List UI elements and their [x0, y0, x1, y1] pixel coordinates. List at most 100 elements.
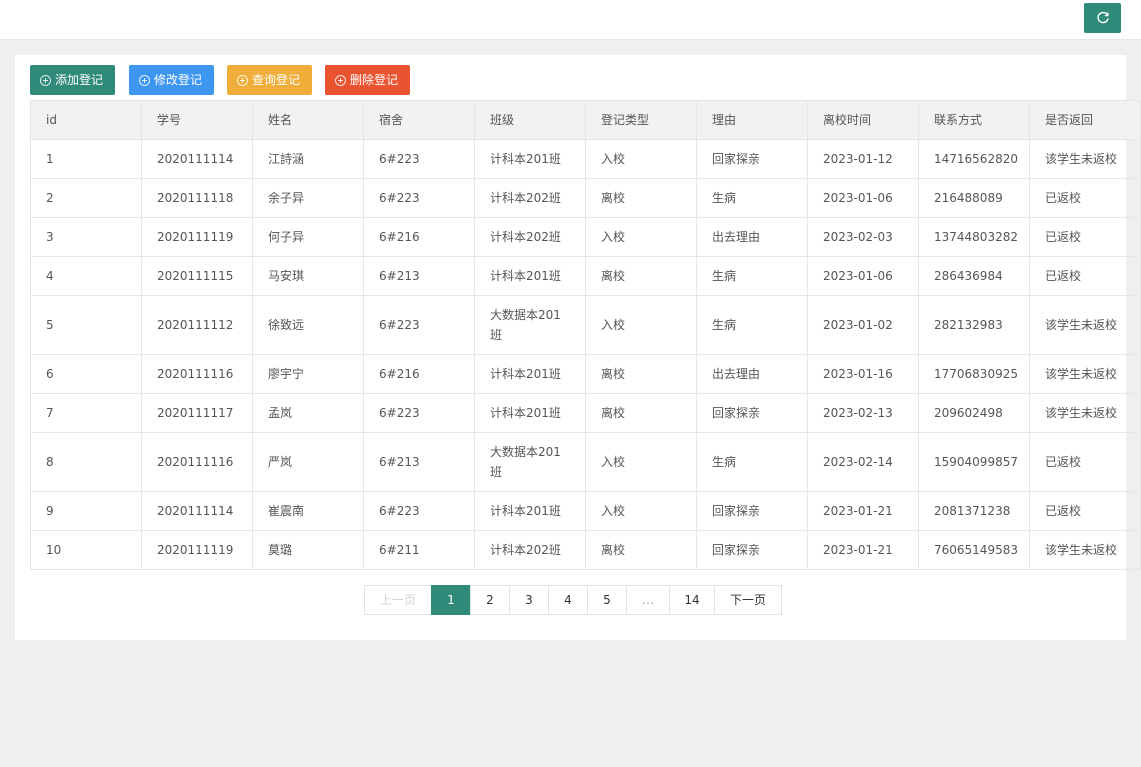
column-header[interactable]: 宿舍 — [363, 100, 475, 140]
table-body: 1 2020111114 江詩涵 6#223 计科本201班 入校 回家探亲 2023-01-… — [30, 139, 1141, 570]
table-cell: 已返校 — [1029, 178, 1141, 218]
table-cell: 离校 — [585, 354, 697, 394]
page-button[interactable]: 14 — [669, 585, 715, 615]
table-cell: 莫璐 — [252, 530, 364, 570]
table-cell: 孟岚 — [252, 393, 364, 433]
table-row[interactable]: 3 2020111119 何子异 6#216 计科本202班 入校 出去理由 2023-02-… — [30, 217, 1141, 257]
column-header[interactable]: 学号 — [141, 100, 253, 140]
table-cell: 已返校 — [1029, 491, 1141, 531]
table-cell: 生病 — [696, 432, 808, 492]
table-cell: 2020111119 — [141, 217, 253, 257]
add-registration-button[interactable]: 添加登记 — [30, 65, 115, 95]
table-cell: 76065149583 — [918, 530, 1030, 570]
table-cell: 6#223 — [363, 393, 475, 433]
table-cell: 2023-01-02 — [807, 295, 919, 355]
table-cell: 2023-01-16 — [807, 354, 919, 394]
table-row[interactable]: 2 2020111118 余子异 6#223 计科本202班 离校 生病 2023-01-06… — [30, 178, 1141, 218]
table-row[interactable]: 8 2020111116 严岚 6#213 大数据本201班 入校 生病 2023-02-14… — [30, 432, 1141, 492]
table-cell: 6 — [30, 354, 142, 394]
table-cell: 2023-02-03 — [807, 217, 919, 257]
table-cell: 1 — [30, 139, 142, 179]
table-row[interactable]: 4 2020111115 马安琪 6#213 计科本201班 离校 生病 2023-01-06… — [30, 256, 1141, 296]
refresh-button[interactable] — [1084, 3, 1121, 33]
table-cell: 2 — [30, 178, 142, 218]
table-cell: 马安琪 — [252, 256, 364, 296]
table-cell: 2020111119 — [141, 530, 253, 570]
table-cell: 入校 — [585, 139, 697, 179]
table-cell: 计科本201班 — [474, 139, 586, 179]
table-cell: 3 — [30, 217, 142, 257]
table-row[interactable]: 10 2020111119 莫璐 6#211 计科本202班 离校 回家探亲 2023-01-… — [30, 530, 1141, 570]
edit-registration-button[interactable]: 修改登记 — [129, 65, 214, 95]
table-cell: 计科本201班 — [474, 354, 586, 394]
table-cell: 生病 — [696, 178, 808, 218]
table-cell: 回家探亲 — [696, 491, 808, 531]
page-button[interactable]: 3 — [509, 585, 549, 615]
table-cell: 6#223 — [363, 491, 475, 531]
main-panel: 添加登记 修改登记 查询登记 删除登记 id 学号 姓名 宿舍 班级 登记类型 理由 离校时间… — [15, 55, 1141, 640]
query-registration-button[interactable]: 查询登记 — [227, 65, 312, 95]
column-header[interactable]: id — [30, 100, 142, 140]
table-cell: 2023-01-06 — [807, 178, 919, 218]
table-cell: 6#216 — [363, 217, 475, 257]
table-cell: 该学生未返校 — [1029, 354, 1141, 394]
table-row[interactable]: 7 2020111117 孟岚 6#223 计科本201班 离校 回家探亲 2023-02-1… — [30, 393, 1141, 433]
table-cell: 该学生未返校 — [1029, 139, 1141, 179]
table-cell: 余子异 — [252, 178, 364, 218]
column-header[interactable]: 是否返回 — [1029, 100, 1141, 140]
table-cell: 计科本201班 — [474, 256, 586, 296]
table-cell: 4 — [30, 256, 142, 296]
column-header[interactable]: 班级 — [474, 100, 586, 140]
table-cell: 2020111117 — [141, 393, 253, 433]
table-row[interactable]: 1 2020111114 江詩涵 6#223 计科本201班 入校 回家探亲 2023-01-… — [30, 139, 1141, 179]
column-header[interactable]: 理由 — [696, 100, 808, 140]
table-row[interactable]: 9 2020111114 崔震南 6#223 计科本201班 入校 回家探亲 2023-01-… — [30, 491, 1141, 531]
table-row[interactable]: 5 2020111112 徐致远 6#223 大数据本201班 入校 生病 2023-01-0… — [30, 295, 1141, 355]
column-header[interactable]: 登记类型 — [585, 100, 697, 140]
table-cell: 计科本201班 — [474, 393, 586, 433]
table-cell: 2020111116 — [141, 354, 253, 394]
table-cell: 2020111114 — [141, 139, 253, 179]
table-cell: 6#223 — [363, 139, 475, 179]
column-header[interactable]: 联系方式 — [918, 100, 1030, 140]
table-cell: 离校 — [585, 178, 697, 218]
table-cell: 已返校 — [1029, 217, 1141, 257]
table-cell: 已返校 — [1029, 256, 1141, 296]
table-cell: 崔震南 — [252, 491, 364, 531]
page-button[interactable]: 5 — [587, 585, 627, 615]
table-cell: 6#223 — [363, 178, 475, 218]
table-cell: 计科本202班 — [474, 217, 586, 257]
table-cell: 2023-01-21 — [807, 491, 919, 531]
table-cell: 8 — [30, 432, 142, 492]
table-cell: 2020111114 — [141, 491, 253, 531]
table-cell: 徐致远 — [252, 295, 364, 355]
query-registration-label: 查询登记 — [252, 73, 301, 87]
top-bar — [0, 0, 1141, 40]
page-ellipsis: … — [626, 585, 670, 615]
delete-registration-button[interactable]: 删除登记 — [325, 65, 410, 95]
table-cell: 2023-02-14 — [807, 432, 919, 492]
table-header: id 学号 姓名 宿舍 班级 登记类型 理由 离校时间 联系方式 是否返回 — [30, 100, 1141, 140]
table-cell: 6#216 — [363, 354, 475, 394]
table-cell: 2020111118 — [141, 178, 253, 218]
page-button[interactable]: 1 — [431, 585, 471, 615]
prev-page-button[interactable]: 上一页 — [364, 585, 432, 615]
table-cell: 已返校 — [1029, 432, 1141, 492]
table-cell: 该学生未返校 — [1029, 530, 1141, 570]
page-button[interactable]: 2 — [470, 585, 510, 615]
table-row[interactable]: 6 2020111116 廖宇宁 6#216 计科本201班 离校 出去理由 2023-01-… — [30, 354, 1141, 394]
registration-table: id 学号 姓名 宿舍 班级 登记类型 理由 离校时间 联系方式 是否返回 1 2020111114… — [30, 100, 1141, 570]
page-button[interactable]: 4 — [548, 585, 588, 615]
table-cell: 入校 — [585, 295, 697, 355]
table-cell: 2081371238 — [918, 491, 1030, 531]
table-cell: 7 — [30, 393, 142, 433]
column-header[interactable]: 姓名 — [252, 100, 364, 140]
table-cell: 回家探亲 — [696, 530, 808, 570]
table-cell: 2023-02-13 — [807, 393, 919, 433]
pagination: 上一页 1 2 3 4 5… 14 下一页 — [364, 585, 782, 615]
table-cell: 入校 — [585, 217, 697, 257]
add-registration-label: 添加登记 — [55, 73, 104, 87]
column-header[interactable]: 离校时间 — [807, 100, 919, 140]
table-cell: 2023-01-06 — [807, 256, 919, 296]
next-page-button[interactable]: 下一页 — [714, 585, 782, 615]
